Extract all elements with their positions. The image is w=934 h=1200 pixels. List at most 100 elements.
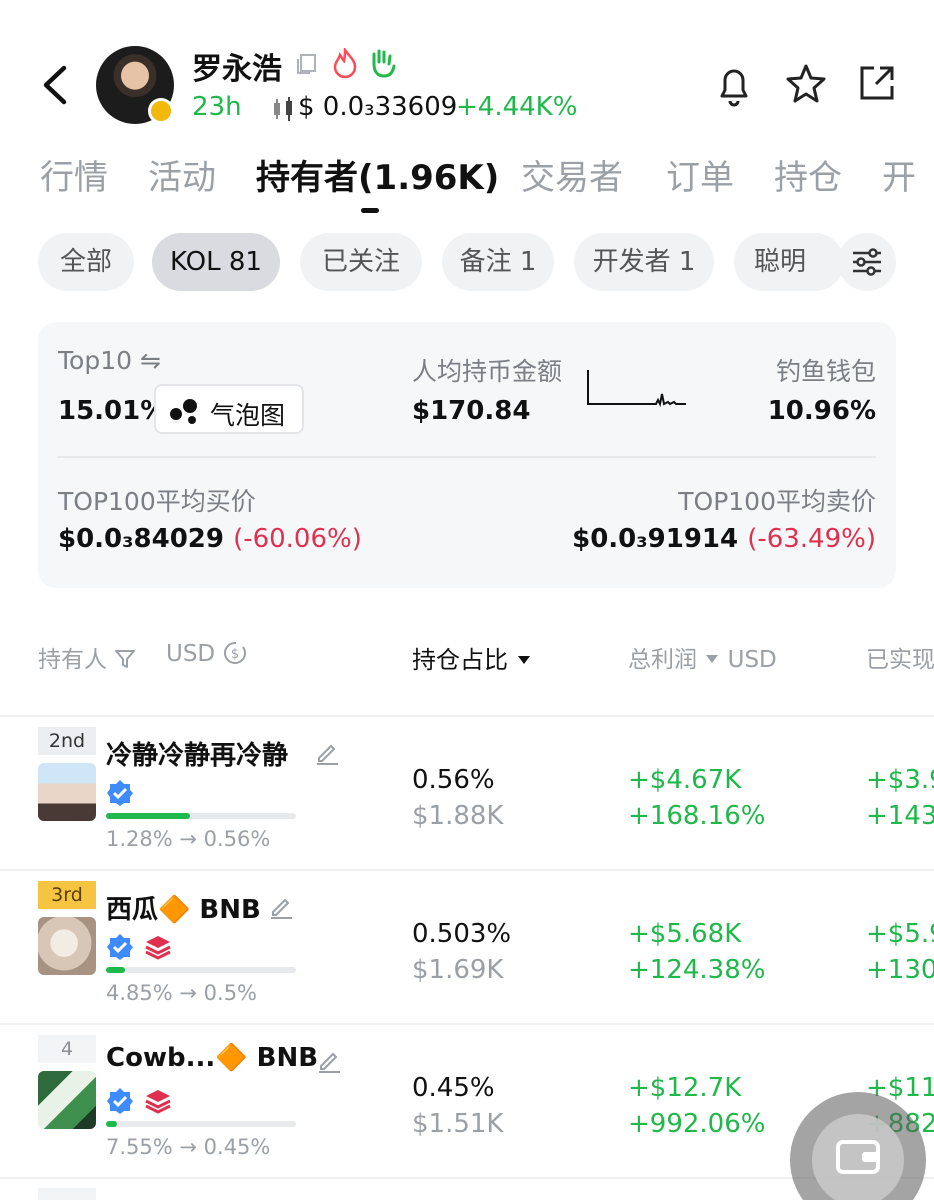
- candlestick-icon[interactable]: [270, 96, 298, 122]
- holder-avatar: [38, 1071, 96, 1129]
- tab-activity[interactable]: 活动: [148, 150, 216, 199]
- position-percent: 0.45%: [412, 1073, 495, 1103]
- col-usd-toggle[interactable]: USD $: [166, 640, 248, 667]
- avg-sell-change: (-63.49%): [747, 524, 876, 554]
- holding-change-bar: [106, 967, 296, 973]
- col-position[interactable]: 持仓占比: [412, 640, 532, 675]
- token-avatar: [96, 46, 174, 124]
- holder-avatar: [38, 917, 96, 975]
- filter-smart-money[interactable]: 聪明: [734, 233, 844, 291]
- share-icon[interactable]: [856, 62, 898, 104]
- verified-badge-icon: [107, 1088, 133, 1114]
- tab-bar: 行情 活动 持有者(1.96K) 交易者 订单 持仓 开: [40, 150, 934, 210]
- tab-positions[interactable]: 持仓: [774, 150, 842, 199]
- holding-change-text: 7.55% → 0.45%: [106, 1135, 271, 1159]
- holding-bar-fill: [106, 813, 190, 819]
- next-rank-badge: [38, 1188, 96, 1200]
- bubble-icon: [170, 399, 197, 424]
- realized-pnl: +$3.9: [866, 765, 934, 795]
- tab-traders[interactable]: 交易者: [521, 150, 623, 199]
- top10-value: 15.01%: [58, 396, 167, 426]
- sort-desc-icon: [517, 656, 530, 664]
- holding-bar-fill: [106, 967, 125, 973]
- holding-change-bar: [106, 1121, 296, 1127]
- avg-sell-row: $0.0₃91914 (-63.49%): [572, 524, 876, 554]
- filter-settings-icon[interactable]: [838, 233, 896, 291]
- favorite-star-icon[interactable]: [784, 62, 828, 106]
- token-price: $ 0.0₃33609: [298, 92, 458, 122]
- copy-icon[interactable]: [294, 52, 318, 76]
- sort-caret-icon: [706, 655, 719, 663]
- layers-stack-icon: [145, 1090, 171, 1114]
- col-holder[interactable]: 持有人: [38, 640, 136, 674]
- floating-wallet-button[interactable]: [790, 1092, 930, 1200]
- col-holder-label: 持有人: [38, 647, 107, 673]
- realized-pnl: +$5.9: [866, 919, 934, 949]
- col-total-pnl-label: 总利润: [628, 647, 697, 673]
- filter-all[interactable]: 全部: [38, 233, 134, 291]
- position-percent: 0.503%: [412, 919, 512, 949]
- bell-icon[interactable]: [712, 62, 756, 108]
- top10-label[interactable]: Top10 ⇋: [58, 346, 161, 375]
- tab-more[interactable]: 开: [882, 150, 916, 199]
- total-pnl: +$5.68K: [628, 919, 742, 949]
- edit-note-icon[interactable]: [314, 739, 340, 765]
- verified-badge-icon: [107, 780, 133, 806]
- waving-hand-icon: [372, 49, 396, 78]
- holding-change-text: 4.85% → 0.5%: [106, 981, 258, 1005]
- position-usd: $1.88K: [412, 801, 504, 831]
- avg-holding-label: 人均持币金额: [412, 357, 563, 386]
- filter-kol[interactable]: KOL 81: [152, 233, 280, 291]
- fire-icon: [333, 48, 357, 78]
- holder-stats-card: Top10 ⇋ 15.01% 气泡图 人均持币金额 $170.84 钓鱼钱包 1…: [38, 322, 896, 588]
- filter-funnel-icon[interactable]: [114, 648, 136, 670]
- chain-badge-icon: [148, 98, 174, 124]
- filter-developer[interactable]: 开发者 1: [574, 233, 714, 291]
- holder-name[interactable]: Cowb...🔶 BNB: [106, 1043, 318, 1073]
- col-total-pnl[interactable]: 总利润 USD: [628, 640, 777, 674]
- verified-badge-icon: [107, 934, 133, 960]
- edit-note-icon[interactable]: [268, 893, 294, 919]
- bubble-map-button[interactable]: 气泡图: [154, 384, 304, 434]
- avg-buy-change: (-60.06%): [233, 524, 362, 554]
- holding-sparkline: [587, 370, 686, 408]
- filter-followed[interactable]: 已关注: [300, 233, 422, 291]
- holder-row[interactable]: 2nd 冷静冷静再冷静 1.28% → 0.56% 0.56% $1.88K +…: [0, 717, 934, 871]
- card-divider: [58, 456, 876, 458]
- position-usd: $1.69K: [412, 955, 504, 985]
- position-usd: $1.51K: [412, 1109, 504, 1139]
- token-age: 23h: [192, 92, 242, 122]
- holder-name[interactable]: 冷静冷静再冷静: [106, 735, 288, 772]
- filter-notes[interactable]: 备注 1: [442, 233, 554, 291]
- layers-stack-icon: [145, 936, 171, 960]
- total-pnl-percent: +992.06%: [628, 1109, 766, 1139]
- tab-holders[interactable]: 持有者(1.96K): [256, 150, 499, 199]
- price-change: +4.44K%: [456, 92, 578, 122]
- holding-bar-fill: [106, 1121, 118, 1127]
- bubble-map-label: 气泡图: [210, 401, 286, 430]
- edit-note-icon[interactable]: [316, 1047, 342, 1073]
- total-pnl-percent: +168.16%: [628, 801, 766, 831]
- filter-chips: 全部 KOL 81 已关注 备注 1 开发者 1 聪明: [38, 233, 934, 291]
- holder-name[interactable]: 西瓜🔶 BNB: [106, 889, 261, 926]
- active-tab-indicator: [361, 208, 379, 213]
- col-realized[interactable]: 已实现: [866, 640, 934, 674]
- back-arrow-icon[interactable]: [36, 62, 76, 108]
- rank-badge: 3rd: [38, 881, 96, 909]
- position-percent: 0.56%: [412, 765, 495, 795]
- total-pnl-percent: +124.38%: [628, 955, 766, 985]
- total-pnl: +$12.7K: [628, 1073, 742, 1103]
- tab-orders[interactable]: 订单: [666, 150, 734, 199]
- rank-badge: 4: [38, 1035, 96, 1063]
- holder-row[interactable]: 3rd 西瓜🔶 BNB 4.85% → 0.5% 0.503% $1.69K +…: [0, 871, 934, 1025]
- avg-sell-price: $0.0₃91914: [572, 524, 739, 554]
- wallet-icon: [836, 1140, 880, 1174]
- realized-pnl-percent: +130.: [866, 955, 934, 985]
- avg-buy-row: $0.0₃84029 (-60.06%): [58, 524, 362, 554]
- avg-sell-label: TOP100平均卖价: [678, 487, 876, 516]
- rank-badge: 2nd: [38, 727, 96, 755]
- tab-market[interactable]: 行情: [40, 150, 108, 199]
- currency-switch-icon[interactable]: $: [222, 640, 248, 666]
- col-total-pnl-unit: USD: [727, 647, 777, 673]
- col-position-label: 持仓占比: [412, 646, 508, 674]
